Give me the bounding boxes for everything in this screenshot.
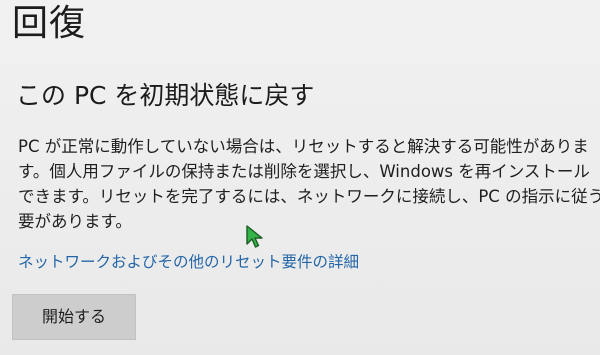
description-line: す。個人用ファイルの保持または削除を選択し、Windows を再インストール bbox=[18, 162, 590, 181]
description-line: できます。リセットを完了するには、ネットワークに接続し、PC の指示に従う必 bbox=[18, 187, 600, 206]
reset-requirements-link[interactable]: ネットワークおよびその他のリセット要件の詳細 bbox=[18, 251, 359, 273]
page-title: 回復 bbox=[12, 3, 87, 44]
description-line: 要があります。 bbox=[18, 212, 132, 231]
reset-description: PC が正常に動作していない場合は、リセットすると解決する可能性がありま す。個… bbox=[18, 134, 600, 234]
recovery-settings-page: 回復 この PC を初期状態に戻す PC が正常に動作していない場合は、リセット… bbox=[0, 0, 600, 355]
mouse-pointer-icon bbox=[246, 225, 263, 248]
reset-pc-heading: この PC を初期状態に戻す bbox=[16, 81, 315, 110]
description-line: PC が正常に動作していない場合は、リセットすると解決する可能性がありま bbox=[18, 137, 589, 156]
start-reset-button[interactable]: 開始する bbox=[12, 294, 136, 340]
